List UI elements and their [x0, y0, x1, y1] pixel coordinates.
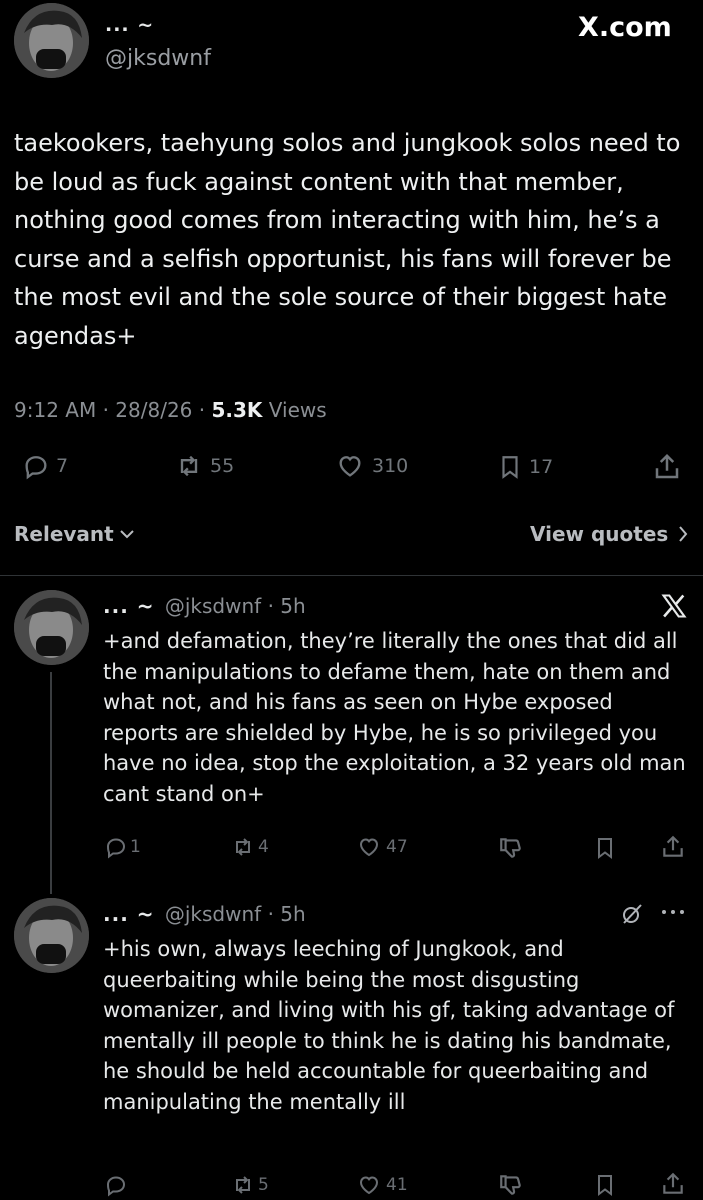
chevron-down-icon	[120, 530, 134, 539]
meta-separator: ·	[102, 398, 116, 422]
meta-separator: ·	[267, 594, 274, 618]
divider	[0, 575, 703, 576]
views-label: Views	[268, 398, 327, 422]
bookmark-count: 17	[529, 456, 554, 478]
reply-header: ... ~ @jksdwnf · 5h	[103, 902, 306, 926]
avatar[interactable]	[14, 590, 89, 665]
reply-button[interactable]: 1	[104, 835, 141, 859]
heart-icon	[359, 1176, 379, 1195]
repost-count: 55	[210, 455, 235, 477]
repost-icon	[180, 455, 198, 477]
reply-count: 7	[56, 455, 69, 477]
reply-icon	[106, 1176, 126, 1197]
display-name[interactable]: ... ~	[103, 902, 155, 926]
reply-age[interactable]: 5h	[280, 902, 305, 926]
reply-text: +his own, always leeching of Jungkook, a…	[103, 937, 675, 1114]
like-count: 41	[386, 1175, 408, 1195]
repost-count: 5	[258, 1175, 269, 1195]
heart-icon	[339, 456, 361, 477]
view-quotes-link[interactable]: View quotes	[530, 522, 688, 546]
repost-button[interactable]: 4	[230, 835, 269, 859]
post-text: taekookers, taehyung solos and jungkook …	[14, 129, 681, 350]
bookmark-button[interactable]: 17	[497, 452, 553, 482]
chevron-right-icon	[679, 526, 688, 542]
reply-icon	[25, 456, 47, 480]
repost-icon	[236, 1176, 250, 1194]
share-button[interactable]	[652, 452, 682, 482]
thumbs-down-icon	[500, 838, 521, 858]
handle[interactable]: @jksdwnf	[165, 902, 261, 926]
dislike-button[interactable]	[498, 1172, 524, 1198]
share-icon	[663, 1172, 683, 1194]
more-options-icon[interactable]	[660, 908, 686, 916]
like-button[interactable]: 41	[356, 1173, 408, 1197]
heart-icon	[359, 838, 379, 857]
bookmark-button[interactable]	[593, 835, 617, 861]
display-name[interactable]: ... ~	[105, 14, 154, 36]
reply-button[interactable]	[104, 1173, 134, 1197]
like-count: 47	[386, 837, 408, 857]
thumbs-down-icon	[500, 1175, 521, 1195]
reply-icon	[106, 838, 126, 859]
repost-button[interactable]: 55	[174, 452, 234, 480]
sort-relevant-label: Relevant	[14, 522, 114, 546]
handle[interactable]: @jksdwnf	[105, 46, 211, 71]
reply-header: ... ~ @jksdwnf · 5h	[103, 594, 306, 618]
grok-icon[interactable]	[620, 902, 644, 926]
repost-button[interactable]: 5	[230, 1173, 269, 1197]
dislike-button[interactable]	[498, 835, 524, 861]
share-icon	[655, 453, 679, 479]
reply-text: +and defamation, they’re literally the o…	[103, 629, 686, 806]
avatar[interactable]	[14, 3, 89, 78]
like-count: 310	[372, 455, 409, 477]
views-count: 5.3K	[211, 398, 263, 422]
bookmark-button[interactable]	[593, 1172, 617, 1198]
brand-label: X.com	[578, 12, 672, 43]
view-quotes-label: View quotes	[530, 522, 669, 546]
meta-separator: ·	[198, 398, 212, 422]
share-button[interactable]	[660, 834, 686, 860]
sort-relevant-dropdown[interactable]: Relevant	[14, 522, 134, 546]
repost-icon	[236, 838, 250, 856]
bookmark-icon	[598, 838, 612, 859]
bookmark-icon	[598, 1175, 612, 1196]
like-button[interactable]: 310	[334, 452, 408, 480]
avatar[interactable]	[14, 898, 89, 973]
repost-count: 4	[258, 837, 269, 857]
share-icon	[663, 835, 683, 857]
reply-button[interactable]: 7	[22, 452, 68, 480]
post-time[interactable]: 9:12 AM	[14, 398, 96, 422]
bookmark-icon	[502, 456, 518, 479]
display-name[interactable]: ... ~	[103, 594, 155, 618]
reply-age[interactable]: 5h	[280, 594, 305, 618]
reply-count: 1	[130, 837, 141, 857]
share-button[interactable]	[660, 1171, 686, 1197]
handle[interactable]: @jksdwnf	[165, 594, 261, 618]
like-button[interactable]: 47	[356, 835, 408, 859]
post-meta: 9:12 AM · 28/8/26 · 5.3K Views	[14, 398, 327, 422]
post-date[interactable]: 28/8/26	[115, 398, 192, 422]
thread-line	[50, 672, 52, 894]
x-logo-icon	[661, 594, 687, 618]
meta-separator: ·	[267, 902, 274, 926]
